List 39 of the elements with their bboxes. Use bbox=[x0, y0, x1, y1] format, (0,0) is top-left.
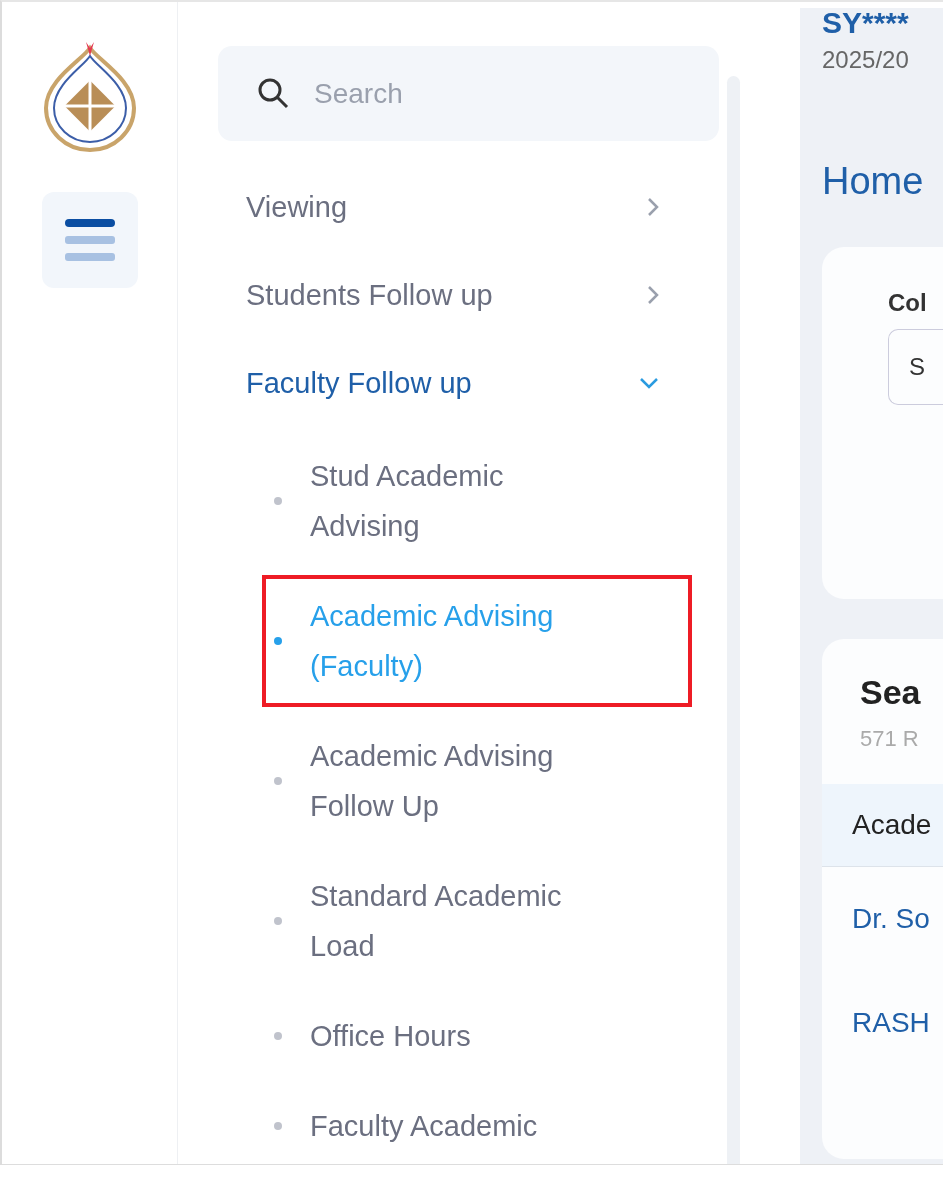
results-count: 571 R bbox=[859, 726, 920, 752]
submenu-item[interactable]: Office Hours bbox=[262, 995, 692, 1077]
bullet-icon bbox=[274, 1032, 282, 1040]
menu-icon bbox=[64, 219, 115, 261]
search-icon bbox=[256, 76, 290, 110]
bullet-icon bbox=[274, 497, 282, 505]
bullet-icon bbox=[274, 917, 282, 925]
nav-item[interactable]: Viewing bbox=[218, 163, 719, 251]
select-field[interactable]: S bbox=[888, 329, 943, 405]
chevron-right-icon bbox=[646, 285, 659, 305]
submenu-label: Stud Academic Advising bbox=[310, 459, 505, 544]
column-header: Acade bbox=[822, 784, 943, 867]
menu-button[interactable] bbox=[41, 192, 138, 288]
academic-year: 2025/20 bbox=[822, 46, 910, 74]
submenu-label: Standard Academic Load bbox=[310, 879, 563, 964]
submenu-item[interactable]: Faculty Academic bbox=[262, 1085, 692, 1164]
field-label: Col bbox=[888, 289, 928, 317]
chevron-down-icon bbox=[638, 377, 659, 389]
user-name: SY**** bbox=[822, 8, 910, 38]
submenu-item[interactable]: Academic Advising (Faculty) bbox=[262, 575, 692, 707]
table-cell[interactable]: RASH bbox=[822, 971, 943, 1075]
chevron-right-icon bbox=[646, 197, 659, 217]
search-field[interactable]: Search bbox=[218, 46, 719, 141]
bullet-icon bbox=[274, 777, 282, 785]
page-title: Home bbox=[822, 160, 925, 203]
submenu-item[interactable]: Standard Academic Load bbox=[262, 855, 692, 987]
nav-item[interactable]: Faculty Follow up bbox=[218, 339, 719, 427]
submenu-item[interactable]: Stud Academic Advising bbox=[262, 435, 692, 567]
submenu-label: Academic Advising Follow Up bbox=[310, 739, 555, 824]
scrollbar[interactable] bbox=[726, 76, 740, 1164]
results-title: Sea bbox=[859, 673, 922, 712]
table-cell[interactable]: Dr. So bbox=[822, 867, 943, 971]
nav-item[interactable]: Students Follow up bbox=[218, 251, 719, 339]
submenu-item[interactable]: Academic Advising Follow Up bbox=[262, 715, 692, 847]
submenu-label: Faculty Academic bbox=[310, 1109, 539, 1144]
submenu-label: Academic Advising (Faculty) bbox=[310, 599, 555, 684]
submenu-label: Office Hours bbox=[310, 1019, 472, 1054]
bullet-icon bbox=[274, 1122, 282, 1130]
bullet-icon bbox=[274, 637, 282, 645]
